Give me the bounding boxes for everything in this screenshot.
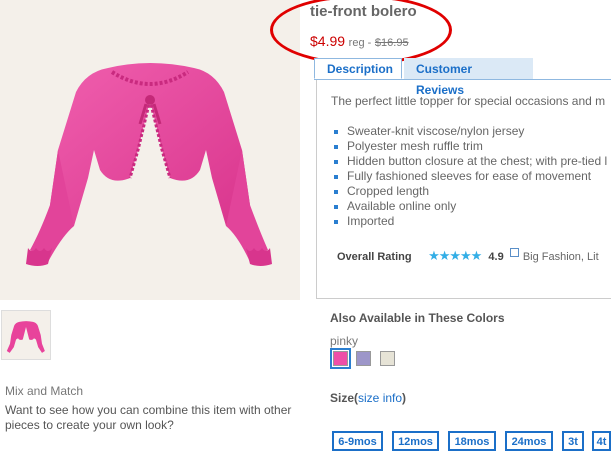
tab-customer-reviews[interactable]: Customer Reviews bbox=[404, 58, 533, 97]
size-option-6-9mos[interactable]: 6-9mos bbox=[332, 431, 383, 451]
feature-item: Hidden button closure at the chest; with… bbox=[331, 154, 607, 169]
feature-item: Available online only bbox=[331, 199, 607, 214]
original-price: $16.95 bbox=[374, 37, 409, 49]
rating-label: Overall Rating bbox=[337, 251, 412, 263]
colors-title: Also Available in These Colors bbox=[330, 311, 505, 325]
external-link-icon[interactable] bbox=[509, 248, 519, 257]
size-label-text: Size( bbox=[330, 391, 359, 405]
color-swatch-pinky[interactable] bbox=[330, 348, 351, 369]
product-main-image bbox=[0, 0, 300, 300]
feature-item: Cropped length bbox=[331, 184, 607, 199]
color-swatch-lavender[interactable] bbox=[356, 351, 371, 366]
product-title: tie-front bolero bbox=[310, 3, 417, 20]
rating-value: 4.9 bbox=[488, 251, 504, 263]
size-option-3t[interactable]: 3t bbox=[562, 431, 584, 451]
size-option-24mos[interactable]: 24mos bbox=[505, 431, 553, 451]
rating-row: Overall Rating ★★★★★ 4.9 Big Fashion, Li… bbox=[337, 248, 599, 264]
size-option-4t[interactable]: 4t bbox=[592, 431, 611, 451]
description-intro: The perfect little topper for special oc… bbox=[331, 94, 606, 108]
color-swatch-cream[interactable] bbox=[380, 351, 395, 366]
mix-and-match-text: Want to see how you can combine this ite… bbox=[5, 403, 292, 432]
description-panel: The perfect little topper for special oc… bbox=[316, 80, 611, 299]
product-thumbnail[interactable] bbox=[1, 310, 51, 360]
tab-description[interactable]: Description bbox=[314, 58, 402, 79]
reg-label: reg - bbox=[348, 37, 372, 49]
feature-item: Imported bbox=[331, 214, 607, 229]
tab-bar: Description Customer Reviews bbox=[314, 55, 611, 97]
thumbnail-illustration bbox=[6, 321, 45, 353]
size-option-18mos[interactable]: 18mos bbox=[448, 431, 496, 451]
feature-item: Sweater-knit viscose/nylon jersey bbox=[331, 124, 607, 139]
size-info-link[interactable]: size info bbox=[358, 391, 402, 405]
size-label: Size(size info) bbox=[330, 391, 406, 405]
feature-item: Polyester mesh ruffle trim bbox=[331, 139, 607, 154]
review-source: Big Fashion, Lit bbox=[522, 251, 599, 263]
bolero-illustration bbox=[26, 63, 272, 266]
mix-and-match-title: Mix and Match bbox=[5, 384, 84, 398]
sale-price: $4.99 bbox=[310, 33, 346, 49]
feature-list: Sweater-knit viscose/nylon jersey Polyes… bbox=[331, 124, 607, 229]
feature-item: Fully fashioned sleeves for ease of move… bbox=[331, 169, 607, 184]
price-line: $4.99 reg - $16.95 bbox=[310, 33, 409, 49]
size-label-close: ) bbox=[402, 391, 407, 405]
size-option-12mos[interactable]: 12mos bbox=[392, 431, 439, 451]
star-rating-icon: ★★★★★ bbox=[428, 248, 482, 263]
selected-color-name: pinky bbox=[330, 334, 359, 348]
